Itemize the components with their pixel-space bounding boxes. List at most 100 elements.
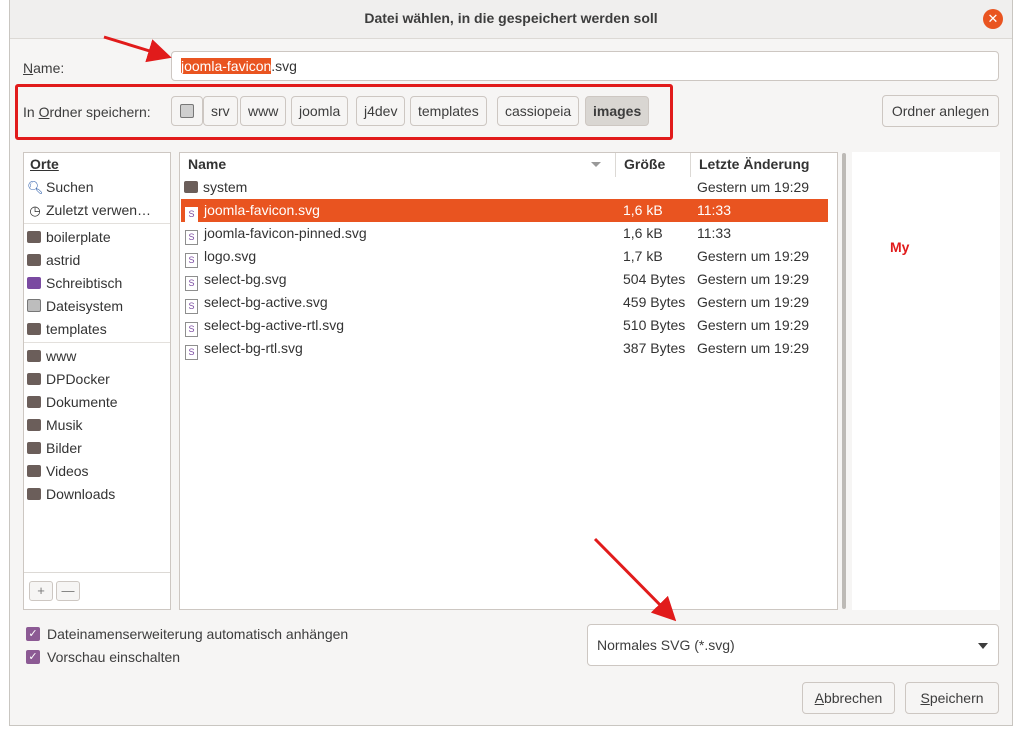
file-row-system[interactable]: system Gestern um 19:29 (181, 176, 828, 199)
file-name-cell: Sselect-bg-active.svg (185, 291, 328, 314)
file-modified: Gestern um 19:29 (697, 317, 810, 333)
filetype-dropdown[interactable]: Normales SVG (*.svg) (587, 624, 999, 666)
sidebar-separator (24, 342, 170, 343)
cancel-button[interactable]: Abbrechen (802, 682, 895, 714)
sidebar-item-label: Downloads (46, 486, 116, 502)
file-name: logo.svg (204, 248, 257, 264)
crumb-srv[interactable]: srv (203, 96, 238, 126)
sidebar-item-recent[interactable]: ◷ Zuletzt verwen… (27, 199, 151, 221)
chevron-down-icon (978, 643, 988, 649)
file-name: select-bg-active-rtl.svg (204, 317, 345, 333)
remove-bookmark-button[interactable]: — (56, 581, 80, 601)
file-list-scrollbar[interactable] (842, 153, 846, 609)
sidebar-item-desktop[interactable]: Schreibtisch (27, 272, 122, 294)
crumb-www[interactable]: www (240, 96, 287, 126)
save-button[interactable]: Speichern (905, 682, 999, 714)
file-size: 459 Bytes (623, 294, 686, 310)
sidebar-item-label: Videos (46, 463, 89, 479)
file-modified: Gestern um 19:29 (697, 271, 810, 287)
sort-down-icon (591, 162, 601, 167)
file-size: 1,7 kB (623, 248, 663, 264)
file-name-cell: Slogo.svg (185, 245, 256, 268)
file-save-dialog: Datei wählen, in die gespeichert werden … (9, 0, 1013, 726)
file-row-select-bg-active-rtl[interactable]: Sselect-bg-active-rtl.svg 510 Bytes Gest… (181, 314, 828, 337)
sidebar-item-label: Zuletzt verwen… (46, 202, 152, 218)
file-modified: Gestern um 19:29 (697, 340, 810, 356)
file-size: 1,6 kB (623, 225, 663, 241)
file-name: joomla-favicon-pinned.svg (204, 225, 367, 241)
preview-checkbox[interactable]: ✓ (26, 650, 40, 664)
preview-pane (852, 152, 1000, 610)
crumb-root-drive[interactable] (171, 96, 203, 126)
file-modified: Gestern um 19:29 (697, 248, 810, 264)
folder-icon (27, 373, 41, 385)
folder-icon (184, 181, 198, 193)
file-size: 504 Bytes (623, 271, 686, 287)
sidebar-item-label: Dateisystem (46, 298, 124, 314)
sidebar-item-label: boilerplate (46, 229, 111, 245)
folder-icon (27, 419, 41, 431)
folder-icon (27, 465, 41, 477)
filename-input[interactable]: joomla-favicon.svg (171, 51, 999, 81)
column-header-modified[interactable]: Letzte Änderung (691, 153, 828, 177)
save-in-rest: rdner speichern: (49, 104, 151, 120)
file-row-logo[interactable]: Slogo.svg 1,7 kB Gestern um 19:29 (181, 245, 828, 268)
file-row-joomla-favicon-pinned[interactable]: Sjoomla-favicon-pinned.svg 1,6 kB 11:33 (181, 222, 828, 245)
preview-checkbox-label: Vorschau einschalten (47, 649, 181, 665)
close-button[interactable]: ✕ (983, 9, 1003, 29)
sidebar-item-dpdocker[interactable]: DPDocker (27, 368, 110, 390)
sidebar-item-label: Musik (46, 417, 83, 433)
file-name-cell: Sselect-bg-rtl.svg (185, 337, 303, 360)
column-header-size[interactable]: Größe (616, 153, 691, 177)
file-modified: 11:33 (697, 225, 731, 241)
file-name: select-bg-rtl.svg (204, 340, 303, 356)
file-row-joomla-favicon[interactable]: Sjoomla-favicon.svg 1,6 kB 11:33 (181, 199, 828, 222)
sidebar-item-filesystem[interactable]: Dateisystem (27, 295, 123, 317)
sidebar-item-label: Schreibtisch (46, 275, 123, 291)
crumb-cassiopeia[interactable]: cassiopeia (497, 96, 580, 126)
column-header-name[interactable]: Name (180, 153, 616, 177)
sidebar-toolbar: + — (24, 572, 170, 609)
desktop-icon (27, 277, 41, 289)
sidebar-item-boilerplate[interactable]: boilerplate (27, 226, 111, 248)
sidebar-item-music[interactable]: Musik (27, 414, 83, 436)
places-heading: Orte (30, 156, 59, 172)
sidebar-item-documents[interactable]: Dokumente (27, 391, 118, 413)
auto-extension-checkbox[interactable]: ✓ (26, 627, 40, 641)
cancel-label: bbrechen (823, 690, 883, 706)
add-bookmark-button[interactable]: + (29, 581, 53, 601)
sidebar-item-astrid[interactable]: astrid (27, 249, 80, 271)
name-label-rest: ame: (33, 60, 65, 76)
sidebar-item-pictures[interactable]: Bilder (27, 437, 82, 459)
file-name-cell: Sjoomla-favicon.svg (185, 199, 320, 222)
save-in-mnemonic: O (38, 104, 50, 120)
crumb-joomla[interactable]: joomla (291, 96, 349, 126)
file-name-cell: Sselect-bg.svg (185, 268, 286, 291)
crumb-images[interactable]: images (585, 96, 650, 126)
file-row-select-bg-active[interactable]: Sselect-bg-active.svg 459 Bytes Gestern … (181, 291, 828, 314)
file-name-cell: Sjoomla-favicon-pinned.svg (185, 222, 367, 245)
file-name: select-bg-active.svg (204, 294, 328, 310)
sidebar-item-videos[interactable]: Videos (27, 460, 89, 482)
places-heading-text: Orte (30, 156, 59, 172)
crumb-templates[interactable]: templates (410, 96, 487, 126)
sidebar-item-www[interactable]: www (27, 345, 76, 367)
recent-icon: ◷ (29, 203, 41, 218)
sidebar-item-label: templates (46, 321, 107, 337)
svg-file-icon: S (185, 322, 198, 337)
create-folder-button[interactable]: Ordner anlegen (882, 95, 999, 127)
folder-icon (27, 396, 41, 408)
filetype-selected: Normales SVG (*.svg) (597, 637, 735, 653)
drive-icon (27, 299, 41, 312)
sidebar-item-downloads[interactable]: Downloads (27, 483, 115, 505)
sidebar-item-templates[interactable]: templates (27, 318, 107, 340)
file-row-select-bg-rtl[interactable]: Sselect-bg-rtl.svg 387 Bytes Gestern um … (181, 337, 828, 360)
sidebar-item-search[interactable]: 🔍︎ Suchen (27, 176, 93, 198)
search-icon: 🔍︎ (27, 180, 44, 195)
crumb-j4dev[interactable]: j4dev (356, 96, 406, 126)
file-modified: Gestern um 19:29 (697, 179, 810, 195)
column-name-label: Name (188, 156, 227, 172)
file-row-select-bg[interactable]: Sselect-bg.svg 504 Bytes Gestern um 19:2… (181, 268, 828, 291)
name-label: Name: (23, 60, 64, 76)
file-name-cell: Sselect-bg-active-rtl.svg (185, 314, 344, 337)
